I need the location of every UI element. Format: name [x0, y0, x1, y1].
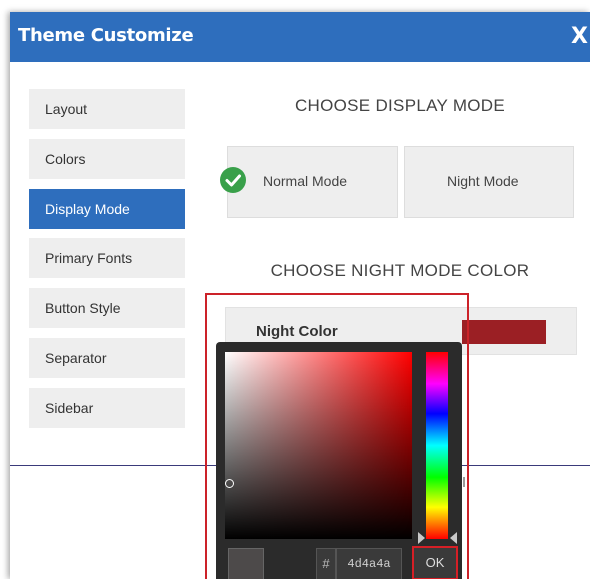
- sidebar-item-layout[interactable]: Layout: [29, 89, 185, 129]
- ok-button[interactable]: OK: [412, 546, 458, 579]
- hue-slider-right-arrow-icon[interactable]: [450, 532, 457, 544]
- dialog-title: Theme Customize: [18, 25, 194, 46]
- color-preview: [228, 548, 264, 579]
- sidebar-item-primary-fonts[interactable]: Primary Fonts: [29, 238, 185, 278]
- sidebar-item-colors[interactable]: Colors: [29, 139, 185, 179]
- hex-color-input[interactable]: [336, 548, 402, 579]
- color-selector-handle[interactable]: [225, 479, 234, 488]
- normal-mode-label: Normal Mode: [263, 173, 348, 189]
- close-button[interactable]: X: [571, 24, 588, 49]
- color-picker-popup: # OK: [216, 342, 462, 579]
- sidebar-item-display-mode[interactable]: Display Mode: [29, 189, 185, 229]
- saturation-value-area[interactable]: [225, 352, 412, 539]
- display-mode-heading: CHOOSE DISPLAY MODE: [294, 96, 506, 115]
- sidebar-item-sidebar[interactable]: Sidebar: [29, 388, 185, 428]
- theme-customize-dialog: Theme Customize X Layout Colors Display …: [10, 12, 590, 579]
- hue-slider[interactable]: [426, 352, 448, 539]
- title-bar: Theme Customize X: [10, 12, 590, 62]
- sidebar-item-separator[interactable]: Separator: [29, 338, 185, 378]
- sidebar-item-button-style[interactable]: Button Style: [29, 288, 185, 328]
- night-mode-color-heading: CHOOSE NIGHT MODE COLOR: [270, 261, 530, 280]
- normal-mode-button[interactable]: Normal Mode: [227, 146, 398, 218]
- hex-hash-label: #: [316, 548, 336, 579]
- check-circle-icon: [220, 167, 246, 193]
- night-mode-label: Night Mode: [447, 173, 519, 189]
- night-mode-button[interactable]: Night Mode: [404, 146, 574, 218]
- hue-slider-left-arrow-icon[interactable]: [418, 532, 425, 544]
- night-color-swatch[interactable]: [462, 320, 546, 344]
